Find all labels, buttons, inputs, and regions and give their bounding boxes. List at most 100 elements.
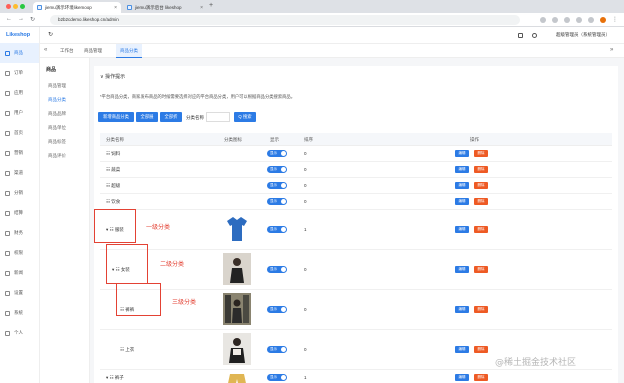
close-tab-icon[interactable]: × (114, 5, 117, 11)
edit-button[interactable]: 编辑 (455, 306, 469, 313)
submenu-item-0[interactable]: 商品管理 (40, 79, 89, 93)
edit-button[interactable]: 编辑 (455, 266, 469, 273)
edit-button[interactable]: 编辑 (455, 150, 469, 157)
show-toggle[interactable]: 显示 (267, 346, 287, 353)
category-name: 裤子 (114, 375, 124, 380)
sidebar-item-8[interactable]: 结算 (0, 203, 39, 223)
browser-tab-1[interactable]: jiemu演示环境likemoop × (33, 2, 121, 13)
delete-button[interactable]: 删除 (474, 198, 488, 205)
show-toggle[interactable]: 显示 (267, 374, 287, 381)
show-toggle[interactable]: 显示 (267, 198, 287, 205)
sidebar-item-9[interactable]: 财务 (0, 223, 39, 243)
search-input[interactable] (206, 112, 230, 122)
submenu-item-2[interactable]: 商品品牌 (40, 107, 89, 121)
column-header-sort: 排序 (304, 137, 313, 142)
delete-button[interactable]: 删除 (474, 306, 488, 313)
delete-button[interactable]: 删除 (474, 150, 488, 157)
extension-icon[interactable] (588, 17, 594, 23)
sidebar-item-7[interactable]: 分销 (0, 183, 39, 203)
expand-all-button[interactable]: 全部展开 (136, 112, 158, 129)
annotation-box-level1 (94, 209, 136, 243)
fullscreen-icon[interactable] (518, 33, 523, 38)
delete-button[interactable]: 删除 (474, 374, 488, 381)
url-input[interactable]: b2b2cdemo.likeshop.cn/admin (50, 15, 520, 25)
expand-tabs-icon[interactable]: » (610, 47, 613, 53)
extension-icon[interactable] (576, 17, 582, 23)
table-row: ☷ 饲料 显示 0 编辑 删除 (100, 146, 612, 162)
sidebar-item-5[interactable]: 营销 (0, 143, 39, 163)
show-toggle[interactable]: 显示 (267, 306, 287, 313)
new-tab-icon[interactable]: + (209, 2, 213, 9)
search-button[interactable]: Q 搜索 (234, 112, 256, 122)
sort-value: 0 (304, 183, 307, 188)
category-name-cell: ☷ 蔬菜 (106, 167, 120, 173)
browser-menu-icon[interactable]: ⋮ (612, 16, 618, 23)
submenu-item-1[interactable]: 商品分类 (40, 93, 89, 107)
sidebar-item-4[interactable]: 首页 (0, 123, 39, 143)
submenu-item-4[interactable]: 商品标签 (40, 135, 89, 149)
sidebar-item-2[interactable]: 应用 (0, 83, 39, 103)
notification-icon[interactable] (532, 33, 537, 38)
edit-button[interactable]: 编辑 (455, 166, 469, 173)
close-tab-icon[interactable]: × (200, 5, 203, 11)
sort-value: 0 (304, 347, 307, 352)
tab-goods-manage[interactable]: 商品管理 (80, 44, 106, 58)
edit-button[interactable]: 编辑 (455, 374, 469, 381)
sidebar-item-1[interactable]: 订单 (0, 63, 39, 83)
sidebar-item-6[interactable]: 渠道 (0, 163, 39, 183)
delete-button[interactable]: 删除 (474, 182, 488, 189)
sidebar-item-10[interactable]: 权限 (0, 243, 39, 263)
tab-goods-category[interactable]: 商品分类 (116, 44, 142, 58)
sidebar-item-14[interactable]: 个人 (0, 323, 39, 343)
edit-button[interactable]: 编辑 (455, 346, 469, 353)
sidebar-item-label: 个人 (14, 330, 23, 335)
sidebar-item-13[interactable]: 系统 (0, 303, 39, 323)
browser-tab-2[interactable]: jiemu演示后台 likeshop × (123, 2, 207, 13)
add-category-button[interactable]: 新增商品分类 (98, 112, 134, 122)
tab-dashboard[interactable]: 工作台 (56, 44, 78, 58)
minimize-window-button[interactable] (13, 4, 18, 9)
extension-icon[interactable] (552, 17, 558, 23)
edit-button[interactable]: 编辑 (455, 198, 469, 205)
refresh-icon[interactable]: ↻ (48, 31, 53, 38)
reload-icon[interactable]: ↻ (30, 16, 35, 23)
category-name: 蔬菜 (111, 167, 121, 172)
close-window-button[interactable] (6, 4, 11, 9)
sort-value: 0 (304, 307, 307, 312)
extension-icon[interactable] (564, 17, 570, 23)
show-toggle[interactable]: 显示 (267, 166, 287, 173)
submenu-item-5[interactable]: 商品评价 (40, 149, 89, 163)
delete-button[interactable]: 删除 (474, 166, 488, 173)
show-toggle[interactable]: 显示 (267, 150, 287, 157)
show-toggle[interactable]: 显示 (267, 266, 287, 273)
sidebar-item-0[interactable]: 商品 (0, 43, 39, 63)
sidebar-item-label: 系统 (14, 310, 23, 315)
edit-button[interactable]: 编辑 (455, 182, 469, 189)
profile-avatar[interactable] (600, 17, 606, 23)
sort-value: 0 (304, 267, 307, 272)
show-toggle[interactable]: 显示 (267, 182, 287, 189)
sidebar-item-3[interactable]: 用户 (0, 103, 39, 123)
collapse-all-button[interactable]: 全部折叠 (160, 112, 182, 129)
browser-tab-label: jiemu演示环境likemoop (45, 4, 92, 10)
maximize-window-button[interactable] (20, 4, 25, 9)
edit-button[interactable]: 编辑 (455, 226, 469, 233)
forward-icon[interactable]: → (18, 16, 24, 22)
delete-button[interactable]: 删除 (474, 266, 488, 273)
nav-icon (5, 310, 10, 316)
submenu-item-3[interactable]: 商品单位 (40, 121, 89, 135)
show-toggle[interactable]: 显示 (267, 226, 287, 233)
delete-button[interactable]: 删除 (474, 346, 488, 353)
back-icon[interactable]: ← (6, 16, 12, 22)
tips-title[interactable]: ∨ 操作提示 (100, 73, 125, 80)
category-image (223, 293, 251, 325)
sidebar-item-11[interactable]: 新闻 (0, 263, 39, 283)
annotation-box-level3 (116, 283, 161, 316)
extension-icon[interactable] (540, 17, 546, 23)
user-menu[interactable]: 超级管理员（系统管理员） (556, 32, 610, 38)
sidebar-item-12[interactable]: 设置 (0, 283, 39, 303)
collapse-sidebar-icon[interactable]: « (44, 47, 47, 53)
sort-value: 0 (304, 151, 307, 156)
delete-button[interactable]: 删除 (474, 226, 488, 233)
category-image (223, 333, 251, 365)
